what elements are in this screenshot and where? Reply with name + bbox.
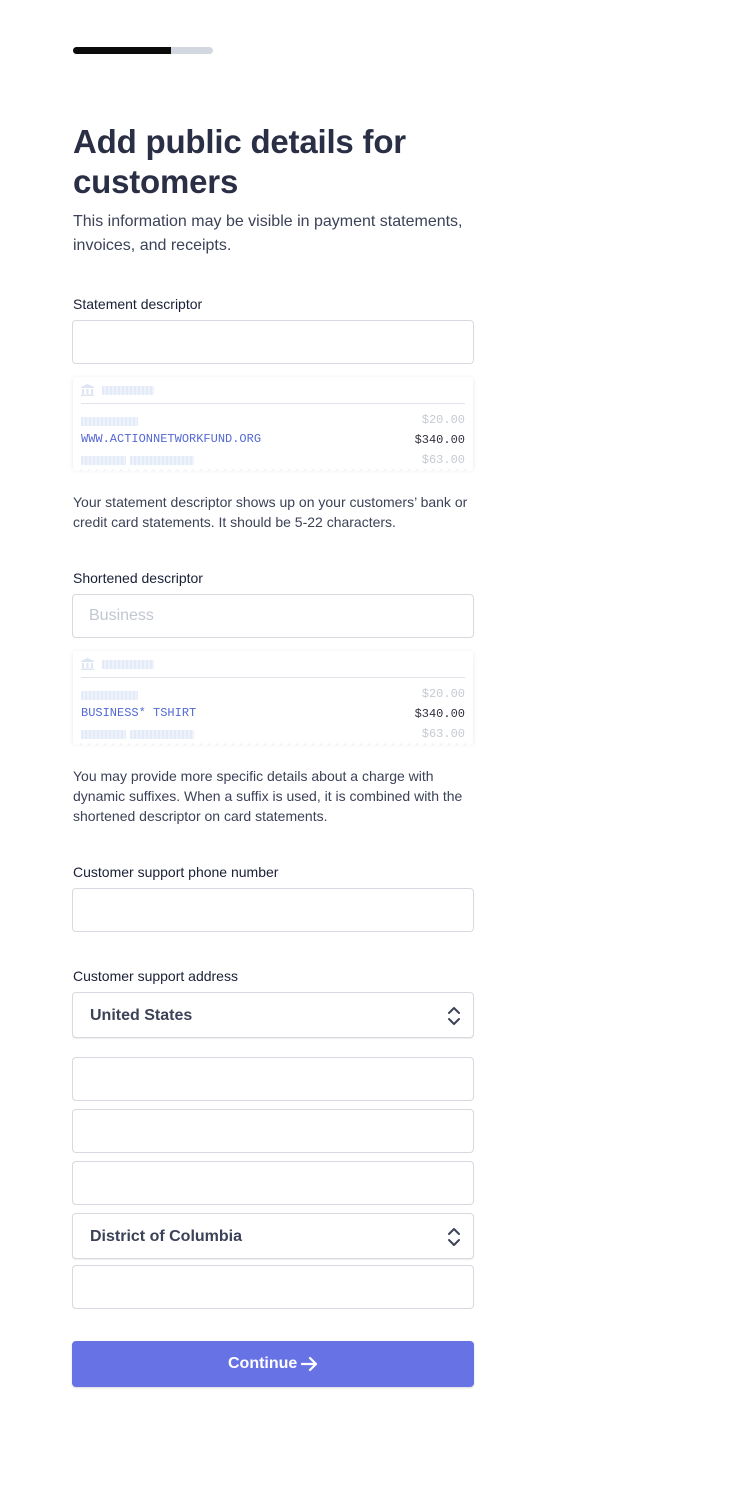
city-input[interactable] xyxy=(72,1161,474,1205)
placeholder-bar xyxy=(130,456,194,465)
bank-icon xyxy=(81,384,94,396)
arrow-right-icon xyxy=(301,1356,318,1372)
continue-label: Continue xyxy=(228,1355,298,1372)
chevron-up-down-icon xyxy=(448,1007,460,1025)
amount-top: $20.00 xyxy=(421,413,465,427)
amount-bottom: $63.00 xyxy=(421,727,465,741)
placeholder-bar xyxy=(81,456,126,465)
amount-main: $340.00 xyxy=(414,433,465,447)
progress-bar xyxy=(73,47,213,54)
page-subtitle: This information may be visible in payme… xyxy=(73,213,463,254)
country-value: United States xyxy=(90,1007,193,1024)
zip-input[interactable] xyxy=(72,1265,474,1309)
statement-descriptor-preview: WWW.ACTIONNETWORKFUND.ORG xyxy=(81,432,262,446)
address-line2-input[interactable] xyxy=(72,1109,474,1153)
amount-main: $340.00 xyxy=(414,707,465,721)
placeholder-bar xyxy=(102,660,154,669)
amount-top: $20.00 xyxy=(421,687,465,701)
divider xyxy=(81,403,465,404)
support-address-label: Customer support address xyxy=(73,968,238,984)
progress-fill xyxy=(73,47,171,54)
statement-descriptor-help: Your statement descriptor shows up on yo… xyxy=(73,494,468,530)
placeholder-bar xyxy=(81,417,138,426)
shortened-descriptor-help: You may provide more specific details ab… xyxy=(73,768,463,824)
statement-descriptor-label: Statement descriptor xyxy=(73,296,203,312)
placeholder-bar xyxy=(102,386,154,395)
bank-icon xyxy=(81,658,94,670)
continue-button[interactable]: Continue xyxy=(72,1341,474,1387)
shortened-descriptor-preview: BUSINESS* TSHIRT xyxy=(81,706,197,720)
statement-preview: $20.00 WWW.ACTIONNETWORKFUND.ORG $340.00… xyxy=(73,377,473,473)
state-value: District of Columbia xyxy=(90,1228,243,1245)
divider xyxy=(81,677,465,678)
country-select[interactable]: United States xyxy=(72,992,474,1038)
placeholder-bar xyxy=(81,730,126,739)
receipt-edge xyxy=(73,468,473,473)
receipt-edge xyxy=(73,742,473,747)
placeholder-bar xyxy=(130,730,194,739)
amount-bottom: $63.00 xyxy=(421,453,465,467)
statement-descriptor-input[interactable] xyxy=(72,320,474,364)
page-title: Add public details for customers xyxy=(73,123,406,200)
shortened-descriptor-label: Shortened descriptor xyxy=(73,570,203,586)
shortened-preview: $20.00 BUSINESS* TSHIRT $340.00 $63.00 xyxy=(73,651,473,747)
address-line1-input[interactable] xyxy=(72,1057,474,1101)
shortened-descriptor-input[interactable] xyxy=(72,594,474,638)
placeholder-bar xyxy=(81,691,138,700)
chevron-up-down-icon xyxy=(448,1228,460,1246)
support-phone-input[interactable] xyxy=(72,888,474,932)
state-select[interactable]: District of Columbia xyxy=(72,1213,474,1259)
support-phone-label: Customer support phone number xyxy=(73,864,279,880)
